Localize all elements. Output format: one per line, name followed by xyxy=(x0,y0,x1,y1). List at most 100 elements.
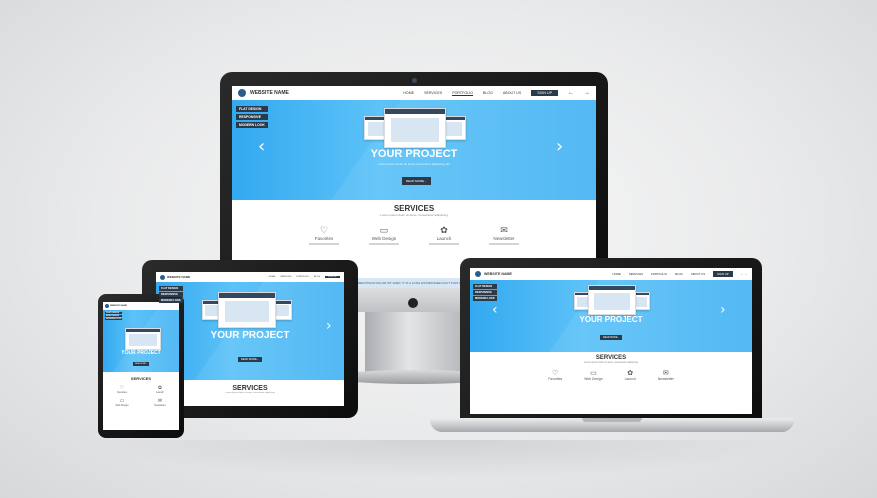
gear-icon: ✿ xyxy=(440,225,448,235)
monitor-screen: WEBSITE NAME HOME SERVICES PORTFOLIO BLO… xyxy=(232,86,596,278)
tag-modern-look: MODERN LOOK xyxy=(236,122,268,128)
read-more-button[interactable]: READ MORE... xyxy=(402,177,431,185)
heart-icon: ♡ xyxy=(319,225,329,235)
site-logo-text[interactable]: WEBSITE NAME xyxy=(250,90,289,96)
laptop-service-favorites[interactable]: ♡ Favorites xyxy=(548,369,562,381)
laptop-logo-text[interactable]: WEBSITE NAME xyxy=(484,272,512,276)
tablet-nav-home[interactable]: HOME xyxy=(269,276,276,278)
monitor-camera xyxy=(412,78,417,83)
laptop-nav-home[interactable]: HOME xyxy=(612,272,620,276)
laptop-read-more-button[interactable]: READ MORE... xyxy=(600,335,623,340)
phone-service-web-design[interactable]: ▭ Web Design xyxy=(103,398,141,407)
signup-button[interactable]: SIGN UP xyxy=(531,90,558,96)
nav-services[interactable]: SERVICES xyxy=(424,91,442,95)
laptop-services-row: ♡ Favorites ▭ Web Design ✿ Launch ✉ Newslett… xyxy=(470,369,752,381)
tablet-logo-text[interactable]: WEBSITE NAME xyxy=(167,275,190,279)
phone-mockup-center xyxy=(125,328,161,350)
laptop-arrows-icon[interactable]: ← → xyxy=(741,272,747,276)
laptop-service-launch[interactable]: ✿ Launch xyxy=(625,369,636,381)
tablet-nav-portfolio[interactable]: PORTFOLIO xyxy=(296,276,309,278)
phone-tag-flat: FLAT DESIGN xyxy=(105,312,123,314)
laptop-header: WEBSITE NAME HOME SERVICES PORTFOLIO BLO… xyxy=(470,268,752,280)
tablet-services-subtitle: Lorem ipsum dolor sit amet, consectetur … xyxy=(225,392,275,394)
phone-logo-text[interactable]: WEBSITE NAME xyxy=(110,305,127,307)
nav-portfolio[interactable]: PORTFOLIO xyxy=(452,91,473,96)
laptop-services: SERVICES Lorem ipsum dolor sit amet, con… xyxy=(470,352,752,414)
laptop-nav-portfolio[interactable]: PORTFOLIO xyxy=(651,272,667,276)
phone-services: SERVICES ♡ Favorites ✿ Launch ▭ Web Design … xyxy=(103,372,179,430)
laptop-services-subtitle: Lorem ipsum dolor sit amet, consectetur … xyxy=(584,361,638,364)
phone-read-more-button[interactable]: READ MORE... xyxy=(133,362,150,366)
tablet-tag-flat: FLAT DESIGN xyxy=(159,286,183,291)
slider-next-icon[interactable]: › xyxy=(556,136,563,157)
laptop-mockup-center xyxy=(588,285,636,315)
phone-tag-modern: MODERN LOOK xyxy=(105,318,123,320)
laptop-hero: FLAT DESIGN RESPONSIVE MODERN LOOK YOUR … xyxy=(470,280,752,352)
phone-logo-icon xyxy=(105,304,109,308)
monitor-chin-logo xyxy=(408,298,418,308)
tablet-header: WEBSITE NAME HOME SERVICES PORTFOLIO BLO… xyxy=(156,272,344,282)
laptop-signup-button[interactable]: SIGN UP xyxy=(713,271,733,277)
laptop-nav-blog[interactable]: BLOG xyxy=(675,272,683,276)
tablet-tag-responsive: RESPONSIVE xyxy=(159,292,183,297)
site-nav: HOME SERVICES PORTFOLIO BLOG ABOUT US SI… xyxy=(403,90,590,96)
prev-arrow-icon[interactable]: ← xyxy=(568,90,574,96)
tablet-services: SERVICES Lorem ipsum dolor sit amet, con… xyxy=(156,380,344,406)
tablet-nav-blog[interactable]: BLOG xyxy=(314,276,320,278)
laptop-logo-icon xyxy=(475,271,481,277)
phone-service-launch[interactable]: ✿ Launch xyxy=(141,385,179,394)
laptop-next-icon[interactable]: › xyxy=(720,302,726,318)
nav-home[interactable]: HOME xyxy=(403,91,414,95)
phone-service-favorites[interactable]: ♡ Favorites xyxy=(103,385,141,394)
nav-blog[interactable]: BLOG xyxy=(483,91,493,95)
tablet-hero: FLAT DESIGN RESPONSIVE MODERN LOOK YOUR … xyxy=(156,282,344,380)
laptop-service-newsletter[interactable]: ✉ Newsletter xyxy=(658,369,674,381)
laptop-monitor-icon: ▭ xyxy=(590,370,597,377)
tablet-services-title: SERVICES xyxy=(232,385,268,392)
service-newsletter[interactable]: ✉ Newsletter xyxy=(489,225,519,247)
phone: WEBSITE NAME FLAT DESIGN RESPONSIVE MODE… xyxy=(98,294,184,438)
tag-flat-design: FLAT DESIGN xyxy=(236,106,268,112)
monitor-hero: FLAT DESIGN RESPONSIVE MODERN LOOK YOUR … xyxy=(232,100,596,200)
laptop-nav-services[interactable]: SERVICES xyxy=(629,272,643,276)
tablet-signup-button[interactable]: SIGN UP xyxy=(325,276,340,278)
tablet-next-icon[interactable]: › xyxy=(326,318,332,334)
tablet-screen: WEBSITE NAME HOME SERVICES PORTFOLIO BLO… xyxy=(156,272,344,406)
service-launch[interactable]: ✿ Launch xyxy=(429,225,459,247)
phone-screen: WEBSITE NAME FLAT DESIGN RESPONSIVE MODE… xyxy=(103,302,179,430)
hero-title: YOUR PROJECT xyxy=(370,148,458,160)
laptop-heart-icon: ♡ xyxy=(552,370,559,377)
services-subtitle: Lorem ipsum dolor sit amet, consectetur … xyxy=(380,213,448,217)
tablet-nav-services[interactable]: SERVICES xyxy=(280,276,291,278)
laptop-hero-title: YOUR PROJECT xyxy=(579,315,643,324)
laptop-gear-icon: ✿ xyxy=(627,370,634,377)
envelope-icon: ✉ xyxy=(500,225,508,235)
tablet-hero-title: YOUR PROJECT xyxy=(210,330,290,341)
laptop-service-web-design[interactable]: ▭ Web Design xyxy=(584,369,602,381)
nav-about[interactable]: ABOUT US xyxy=(503,91,521,95)
laptop-tag-modern: MODERN LOOK xyxy=(473,296,497,301)
service-web-design[interactable]: ▭ Web Design xyxy=(369,225,399,247)
phone-service-newsletter[interactable]: ✉ Newsletter xyxy=(141,398,179,407)
next-arrow-icon[interactable]: → xyxy=(584,90,590,96)
laptop-nav-about[interactable]: ABOUT US xyxy=(691,272,705,276)
hero-mockup-center xyxy=(384,108,446,148)
site-logo-icon xyxy=(238,89,246,97)
tablet-read-more-button[interactable]: READ MORE... xyxy=(238,357,262,362)
hero-subtitle: Lorem ipsum dolor sit amet consectetur a… xyxy=(378,162,450,166)
floor-reflection xyxy=(80,440,800,480)
laptop-screen: WEBSITE NAME HOME SERVICES PORTFOLIO BLO… xyxy=(470,268,752,414)
phone-services-grid: ♡ Favorites ✿ Launch ▭ Web Design ✉ Newslett… xyxy=(103,385,179,407)
laptop-nav: HOME SERVICES PORTFOLIO BLOG ABOUT US SI… xyxy=(612,271,747,277)
laptop-prev-icon[interactable]: ‹ xyxy=(492,302,498,318)
slider-prev-icon[interactable]: ‹ xyxy=(258,136,265,157)
phone-tag-responsive: RESPONSIVE xyxy=(105,315,123,317)
monitor-icon: ▭ xyxy=(379,225,389,235)
phone-hero-title: YOUR PROJECT xyxy=(121,350,161,356)
service-favorites[interactable]: ♡ Favorites xyxy=(309,225,339,247)
tag-responsive: RESPONSIVE xyxy=(236,114,268,120)
phone-header: WEBSITE NAME xyxy=(103,302,179,310)
services-title: SERVICES xyxy=(393,204,435,213)
tablet-nav: HOME SERVICES PORTFOLIO BLOG SIGN UP xyxy=(269,276,340,278)
laptop-tag-responsive: RESPONSIVE xyxy=(473,290,497,295)
